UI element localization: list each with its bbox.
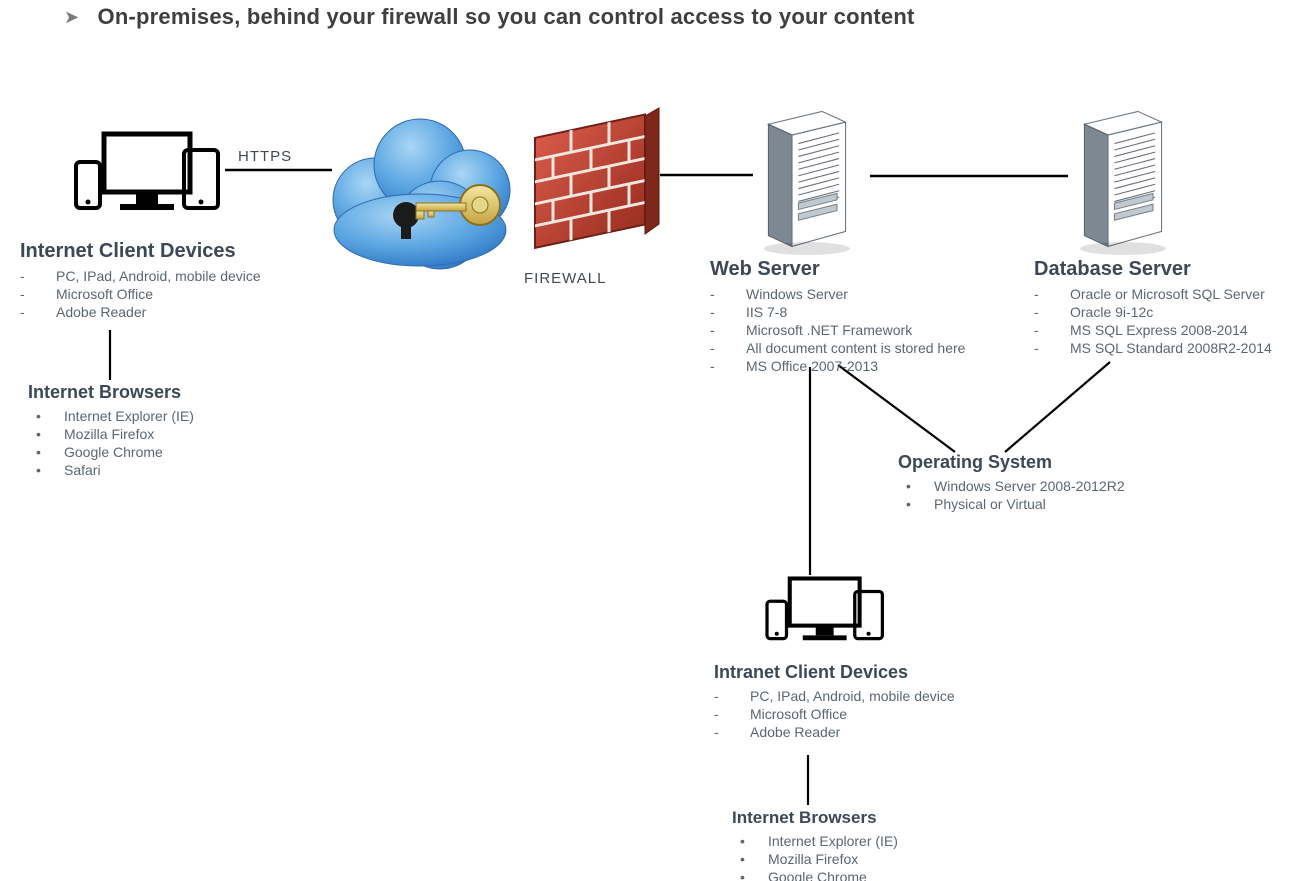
- list-item: Google Chrome: [28, 443, 288, 461]
- list-item: Google Chrome: [732, 868, 992, 881]
- database-server-heading: Database Server: [1034, 258, 1294, 281]
- list-item: MS Office 2007-2013: [710, 357, 1020, 375]
- internet-client-heading: Internet Client Devices: [20, 240, 320, 263]
- list-item: Oracle or Microsoft SQL Server: [1034, 285, 1294, 303]
- web-server-list: Windows Server IIS 7-8 Microsoft .NET Fr…: [710, 285, 1020, 375]
- intranet-client-devices-block: Intranet Client Devices PC, IPad, Androi…: [714, 662, 1024, 741]
- list-item: PC, IPad, Android, mobile device: [714, 687, 1024, 705]
- firewall-label: FIREWALL: [524, 270, 606, 287]
- web-server-heading: Web Server: [710, 258, 1020, 281]
- list-item: Physical or Virtual: [898, 495, 1178, 513]
- operating-system-list: Windows Server 2008-2012R2 Physical or V…: [898, 477, 1178, 513]
- internet-client-list: PC, IPad, Android, mobile device Microso…: [20, 267, 320, 321]
- list-item: Mozilla Firefox: [732, 850, 992, 868]
- intranet-client-list: PC, IPad, Android, mobile device Microso…: [714, 687, 1024, 741]
- intranet-client-heading: Intranet Client Devices: [714, 662, 1024, 683]
- cloud-lock-icon: [320, 95, 530, 285]
- list-item: Adobe Reader: [20, 303, 320, 321]
- internet-browsers-top-heading: Internet Browsers: [28, 382, 288, 403]
- list-item: IIS 7-8: [710, 303, 1020, 321]
- operating-system-heading: Operating System: [898, 452, 1178, 473]
- list-item: Oracle 9i-12c: [1034, 303, 1294, 321]
- list-item: Windows Server: [710, 285, 1020, 303]
- list-item: Adobe Reader: [714, 723, 1024, 741]
- list-item: MS SQL Express 2008-2014: [1034, 321, 1294, 339]
- list-item: Microsoft .NET Framework: [710, 321, 1020, 339]
- internet-browsers-top-list: Internet Explorer (IE) Mozilla Firefox G…: [28, 407, 288, 479]
- https-label: HTTPS: [238, 148, 292, 165]
- list-item: MS SQL Standard 2008R2-2014: [1034, 339, 1294, 357]
- list-item: All document content is stored here: [710, 339, 1020, 357]
- list-item: Safari: [28, 461, 288, 479]
- web-server-icon: [752, 105, 862, 255]
- web-server-block: Web Server Windows Server IIS 7-8 Micros…: [710, 258, 1020, 375]
- internet-browsers-bottom-heading: Internet Browsers: [732, 808, 992, 828]
- firewall-icon: [525, 100, 665, 270]
- list-item: Microsoft Office: [714, 705, 1024, 723]
- diagram-canvas: ➤ On-premises, behind your firewall so y…: [0, 0, 1298, 881]
- internet-browsers-bottom-block: Internet Browsers Internet Explorer (IE)…: [732, 808, 992, 881]
- internet-browsers-bottom-list: Internet Explorer (IE) Mozilla Firefox G…: [732, 832, 992, 881]
- list-item: Mozilla Firefox: [28, 425, 288, 443]
- client-devices-icon: [60, 128, 220, 220]
- internet-browsers-top-block: Internet Browsers Internet Explorer (IE)…: [28, 382, 288, 479]
- list-item: Internet Explorer (IE): [732, 832, 992, 850]
- database-server-list: Oracle or Microsoft SQL Server Oracle 9i…: [1034, 285, 1294, 357]
- list-item: Microsoft Office: [20, 285, 320, 303]
- database-server-icon: [1068, 105, 1178, 255]
- operating-system-block: Operating System Windows Server 2008-201…: [898, 452, 1178, 513]
- database-server-block: Database Server Oracle or Microsoft SQL …: [1034, 258, 1294, 357]
- list-item: Windows Server 2008-2012R2: [898, 477, 1178, 495]
- internet-client-devices-block: Internet Client Devices PC, IPad, Androi…: [20, 240, 320, 321]
- list-item: PC, IPad, Android, mobile device: [20, 267, 320, 285]
- list-item: Internet Explorer (IE): [28, 407, 288, 425]
- intranet-devices-icon: [754, 572, 884, 650]
